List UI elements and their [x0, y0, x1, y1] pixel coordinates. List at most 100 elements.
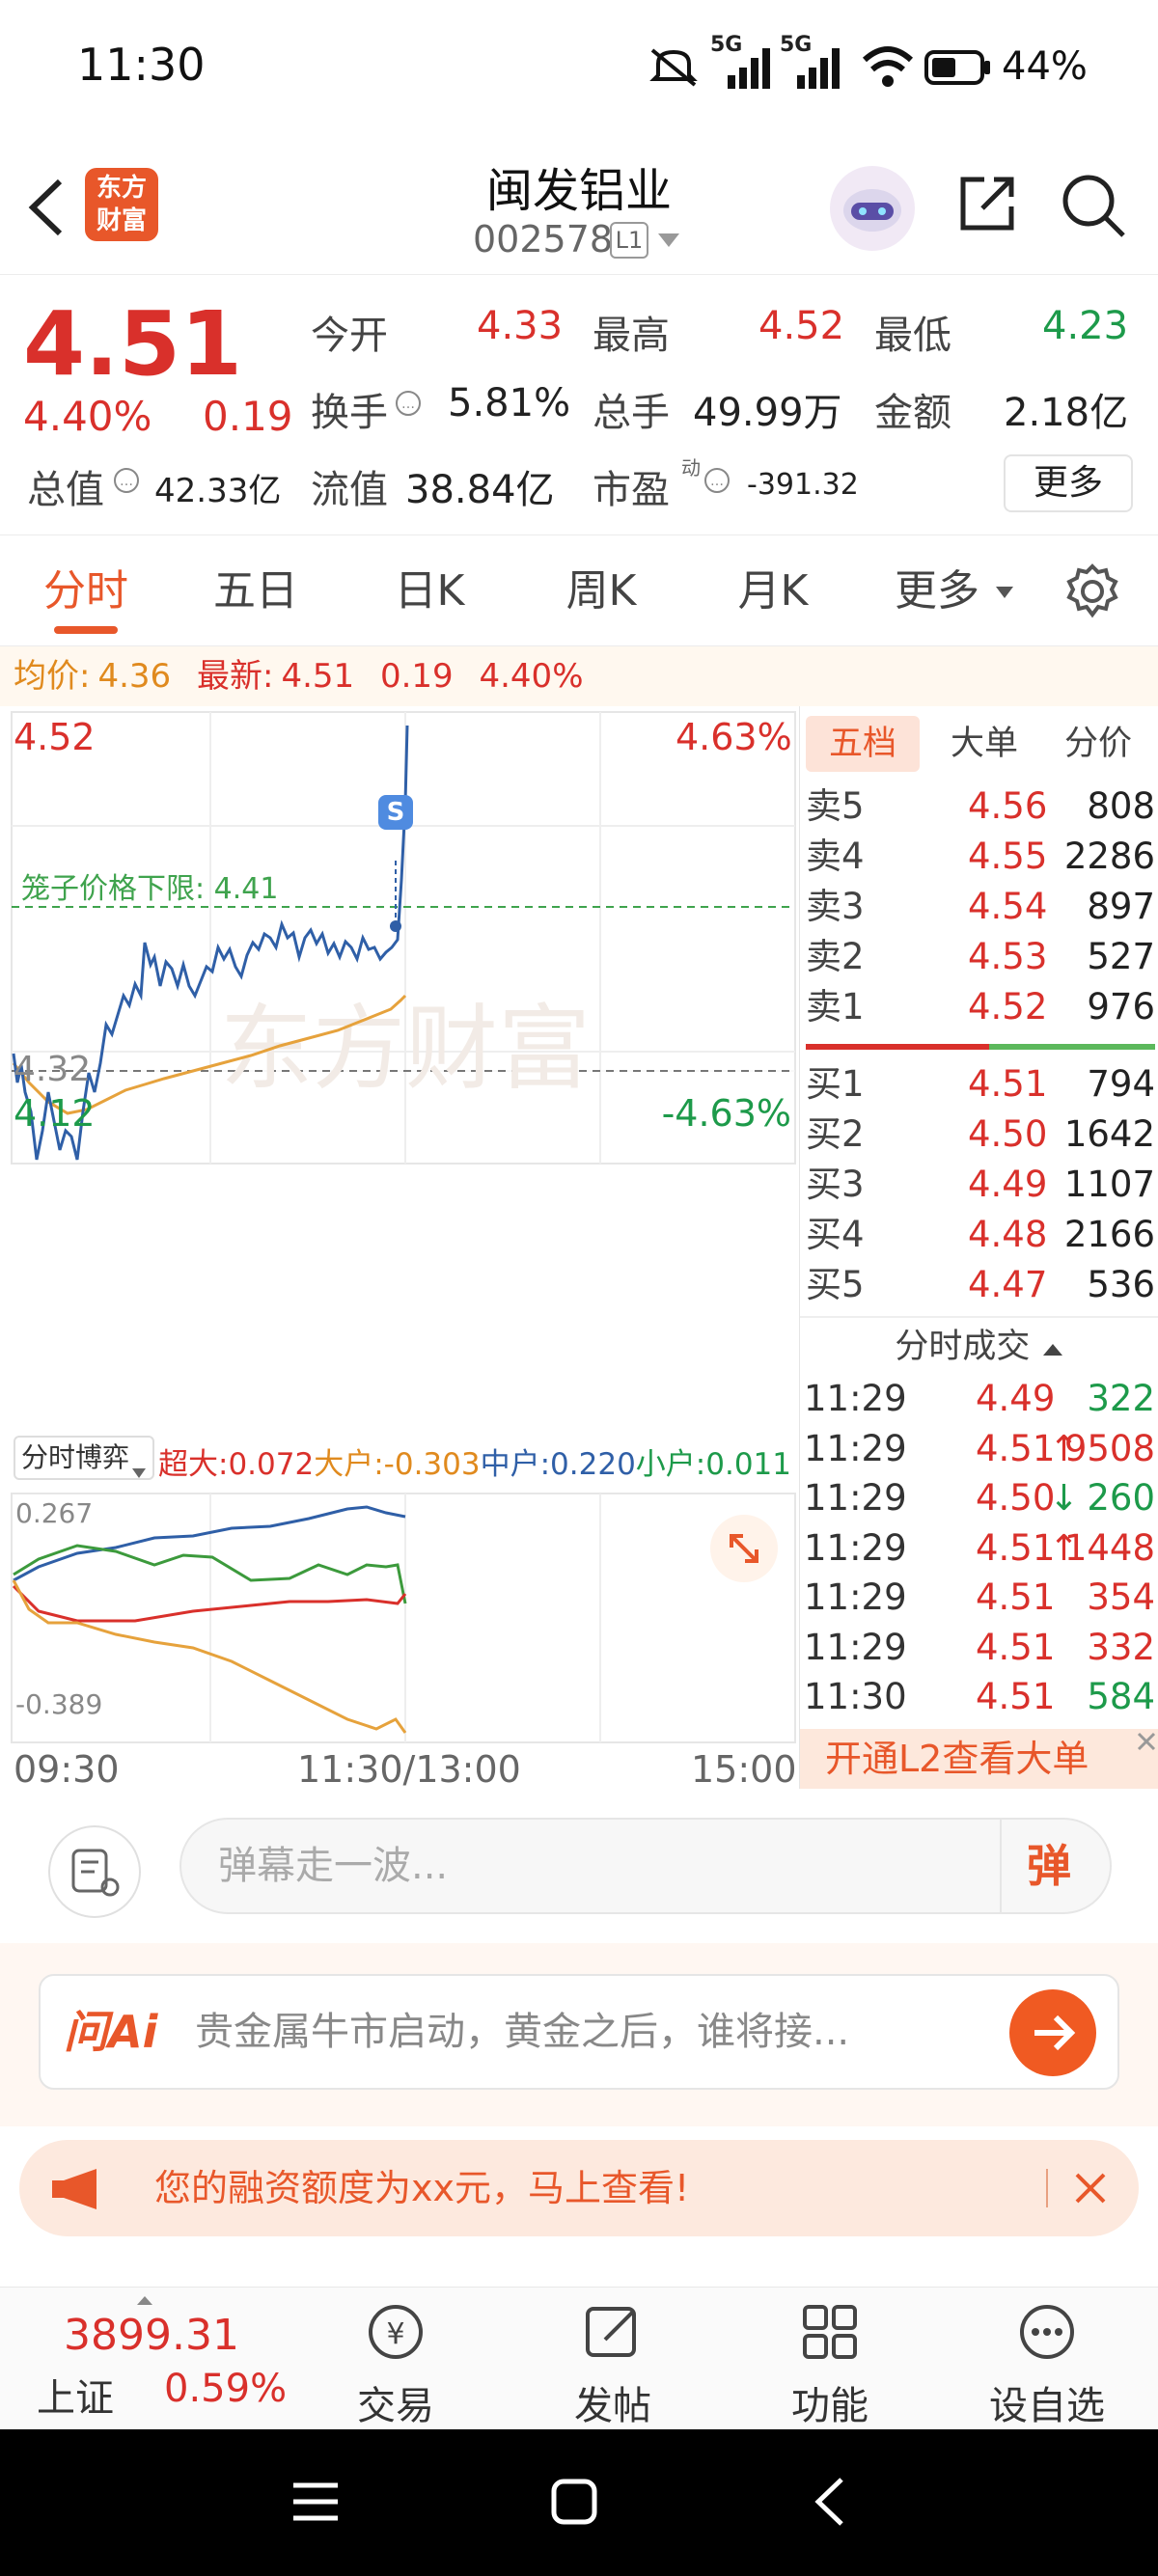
index-ticker[interactable]: 3899.31 上证 0.59%: [0, 2288, 290, 2430]
expand-icon[interactable]: [710, 1515, 778, 1582]
flow-mid-label: 中户:: [480, 1447, 551, 1482]
tick-time: 11:29: [804, 1626, 907, 1668]
nav-trade[interactable]: ¥ 交易: [299, 2288, 492, 2430]
low-label: 最低: [874, 314, 951, 358]
tick-time: 11:29: [804, 1477, 907, 1519]
info-icon[interactable]: …: [112, 466, 141, 495]
volume-value: 49.99万: [693, 391, 842, 435]
promo-banner[interactable]: 您的融资额度为xx元，马上查看!: [19, 2140, 1139, 2236]
s-marker-badge[interactable]: S: [378, 795, 413, 830]
tab-weekly-k[interactable]: 周K: [538, 535, 664, 646]
close-icon[interactable]: [1134, 1729, 1158, 1754]
nav-label: 发帖: [574, 2384, 651, 2428]
menu-icon[interactable]: [290, 2478, 342, 2526]
caret-down-icon[interactable]: [994, 584, 1015, 601]
chevron-down-icon[interactable]: [656, 230, 681, 249]
tick-price: 4.51: [976, 1526, 1056, 1569]
low-value: 4.23: [1042, 304, 1129, 348]
app-logo[interactable]: 东方 财富: [85, 168, 158, 241]
back-icon[interactable]: [19, 174, 73, 241]
settings-gear-icon[interactable]: [1062, 561, 1123, 622]
home-icon[interactable]: [550, 2478, 598, 2526]
financing-promo: 您的融资额度为xx元，马上查看!: [0, 2126, 1158, 2281]
arrow-right-icon[interactable]: [1009, 1989, 1096, 2076]
market-cap-label: 总值: [27, 468, 104, 512]
bid-price: 4.48: [968, 1214, 1048, 1255]
ai-prompt-card[interactable]: 问Ai 贵金属牛市启动，黄金之后，谁将接...: [39, 1974, 1119, 2090]
open-label: 今开: [311, 314, 388, 358]
promo-text: 您的融资额度为xx元，马上查看!: [154, 2167, 690, 2209]
tick-price: 4.51: [976, 1427, 1056, 1469]
ask-bid-ratio-bar: [806, 1044, 989, 1050]
nav-add-watchlist[interactable]: 设自选: [951, 2288, 1144, 2430]
flow-selector[interactable]: 分时博弈: [14, 1436, 154, 1480]
ticks-title: 分时成交: [895, 1328, 1031, 1366]
flow-big-label: 大户:: [314, 1447, 384, 1482]
flow-small-value: 0.011: [705, 1447, 791, 1482]
danmu-send-button[interactable]: 弹: [1027, 1820, 1071, 1912]
tab-monthly-k[interactable]: 月K: [710, 535, 836, 646]
tick-time: 11:30: [804, 1676, 907, 1717]
l2-upgrade-banner[interactable]: 开通L2查看大单: [800, 1729, 1158, 1789]
latest-change: 0.19: [379, 657, 454, 696]
tick-price: 4.50: [976, 1477, 1056, 1519]
bid-volume: 794: [1087, 1063, 1155, 1105]
ask-price: 4.53: [968, 936, 1048, 977]
share-icon[interactable]: [955, 172, 1019, 235]
back-nav-icon[interactable]: [811, 2476, 849, 2528]
bid-row: 买2 4.50 1642: [800, 1110, 1158, 1160]
tab-price-dist[interactable]: 分价: [1045, 716, 1151, 772]
tab-five-levels[interactable]: 五档: [806, 716, 920, 772]
turnover-value: 5.81%: [448, 381, 571, 425]
svg-text:…: …: [710, 474, 724, 489]
danmu-settings-icon[interactable]: [48, 1825, 141, 1918]
caret-up-icon: [1041, 1320, 1064, 1356]
flow-small-label: 小户:: [635, 1447, 706, 1482]
robot-avatar-icon[interactable]: [830, 166, 915, 251]
ask-volume: 897: [1087, 886, 1155, 927]
pe-sup: 动: [681, 456, 701, 480]
level-badge[interactable]: L1: [610, 222, 648, 259]
ticks-header[interactable]: 分时成交: [800, 1320, 1158, 1374]
bid-label: 买4: [806, 1214, 865, 1255]
danmu-input[interactable]: 弹幕走一波... 弹: [179, 1818, 1112, 1914]
latest-value: 4.51: [281, 657, 355, 696]
ask-price: 4.56: [968, 785, 1048, 827]
more-button[interactable]: 更多: [1004, 454, 1133, 512]
search-icon[interactable]: [1060, 172, 1127, 239]
tab-more[interactable]: 更多: [884, 535, 990, 646]
close-icon[interactable]: [1069, 2167, 1112, 2209]
tick-price: 4.51: [976, 1626, 1056, 1668]
tick-time: 11:29: [804, 1526, 907, 1569]
tick-volume: 322: [1087, 1378, 1155, 1419]
svg-text:…: …: [120, 474, 133, 489]
tab-daily-k[interactable]: 日K: [367, 535, 492, 646]
tab-big-orders[interactable]: 大单: [931, 716, 1037, 772]
info-icon[interactable]: …: [703, 466, 731, 495]
status-bar: 11:30 5G 5G 44%: [0, 0, 1158, 135]
tick-price: 4.51: [976, 1576, 1056, 1618]
tab-five-day[interactable]: 五日: [193, 535, 318, 646]
bid-price: 4.49: [968, 1164, 1048, 1205]
amount-value: 2.18亿: [1004, 391, 1129, 435]
flow-bottom-value: -0.389: [15, 1688, 103, 1720]
flow-top-value: 0.267: [15, 1497, 94, 1529]
tick-volume: 584: [1087, 1676, 1155, 1717]
logo-text: 东方: [96, 174, 147, 203]
signal-icon: [726, 48, 776, 89]
stock-name[interactable]: 闽发铝业: [386, 152, 772, 220]
time-mid: 11:30/13:00: [297, 1748, 521, 1791]
chart-tabs: 分时 五日 日K 周K 月K 更多: [0, 535, 1158, 646]
ask-price: 4.55: [968, 836, 1048, 877]
change-pct: 4.40%: [23, 393, 152, 440]
stock-code: 002578: [473, 218, 614, 260]
intraday-chart[interactable]: 东方财富 4.52 4.63% 4.32 笼子价格下限: 4.41 S 4.12…: [0, 706, 799, 1791]
chart-bottom-price: 4.12: [14, 1092, 96, 1135]
bid-volume: 1107: [1063, 1164, 1155, 1205]
ask-volume: 527: [1087, 936, 1155, 977]
nav-functions[interactable]: 功能: [733, 2288, 926, 2430]
bottom-nav: 3899.31 上证 0.59% ¥ 交易 发帖 功能 设自选: [0, 2287, 1158, 2429]
nav-label: 功能: [791, 2384, 868, 2428]
info-icon[interactable]: …: [394, 389, 423, 418]
nav-post[interactable]: 发帖: [516, 2288, 709, 2430]
